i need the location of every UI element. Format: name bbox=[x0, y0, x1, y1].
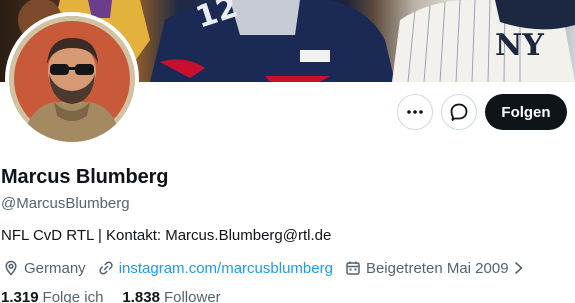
location: Germany bbox=[3, 260, 86, 277]
website[interactable]: instagram.com/marcusblumberg bbox=[98, 260, 333, 277]
profile-meta: Germany instagram.com/marcusblumberg Bei… bbox=[3, 258, 526, 278]
link-icon bbox=[99, 261, 113, 275]
location-pin-icon bbox=[5, 260, 17, 276]
user-handle: @MarcusBlumberg bbox=[1, 195, 130, 212]
joined-text: Beigetreten Mai 2009 bbox=[365, 259, 509, 277]
display-name: Marcus Blumberg bbox=[1, 166, 169, 188]
joined-date[interactable]: Beigetreten Mai 2009 bbox=[345, 260, 526, 277]
follow-button[interactable]: Folgen bbox=[485, 94, 567, 130]
following-stat[interactable]: 1.319 Folge ich bbox=[1, 289, 103, 303]
avatar[interactable] bbox=[5, 12, 139, 146]
chevron-right-icon bbox=[514, 262, 522, 274]
followers-stat[interactable]: 1.838 Follower bbox=[122, 289, 220, 303]
more-dots-icon bbox=[407, 110, 423, 114]
followers-label: Follower bbox=[163, 289, 221, 303]
more-button[interactable] bbox=[397, 94, 433, 130]
message-icon bbox=[450, 103, 468, 121]
following-count: 1.319 bbox=[1, 289, 39, 303]
calendar-icon bbox=[346, 261, 360, 275]
avatar-image bbox=[9, 16, 135, 142]
following-label: Folge ich bbox=[42, 289, 104, 303]
svg-text:NY: NY bbox=[495, 28, 544, 63]
message-button[interactable] bbox=[441, 94, 477, 130]
profile-bio: NFL CvD RTL | Kontakt: Marcus.Blumberg@r… bbox=[1, 227, 332, 244]
followers-count: 1.838 bbox=[122, 289, 160, 303]
location-text: Germany bbox=[24, 259, 86, 277]
website-link[interactable]: instagram.com/marcusblumberg bbox=[119, 260, 333, 277]
follow-stats: 1.319 Folge ich 1.838 Follower bbox=[1, 289, 221, 303]
